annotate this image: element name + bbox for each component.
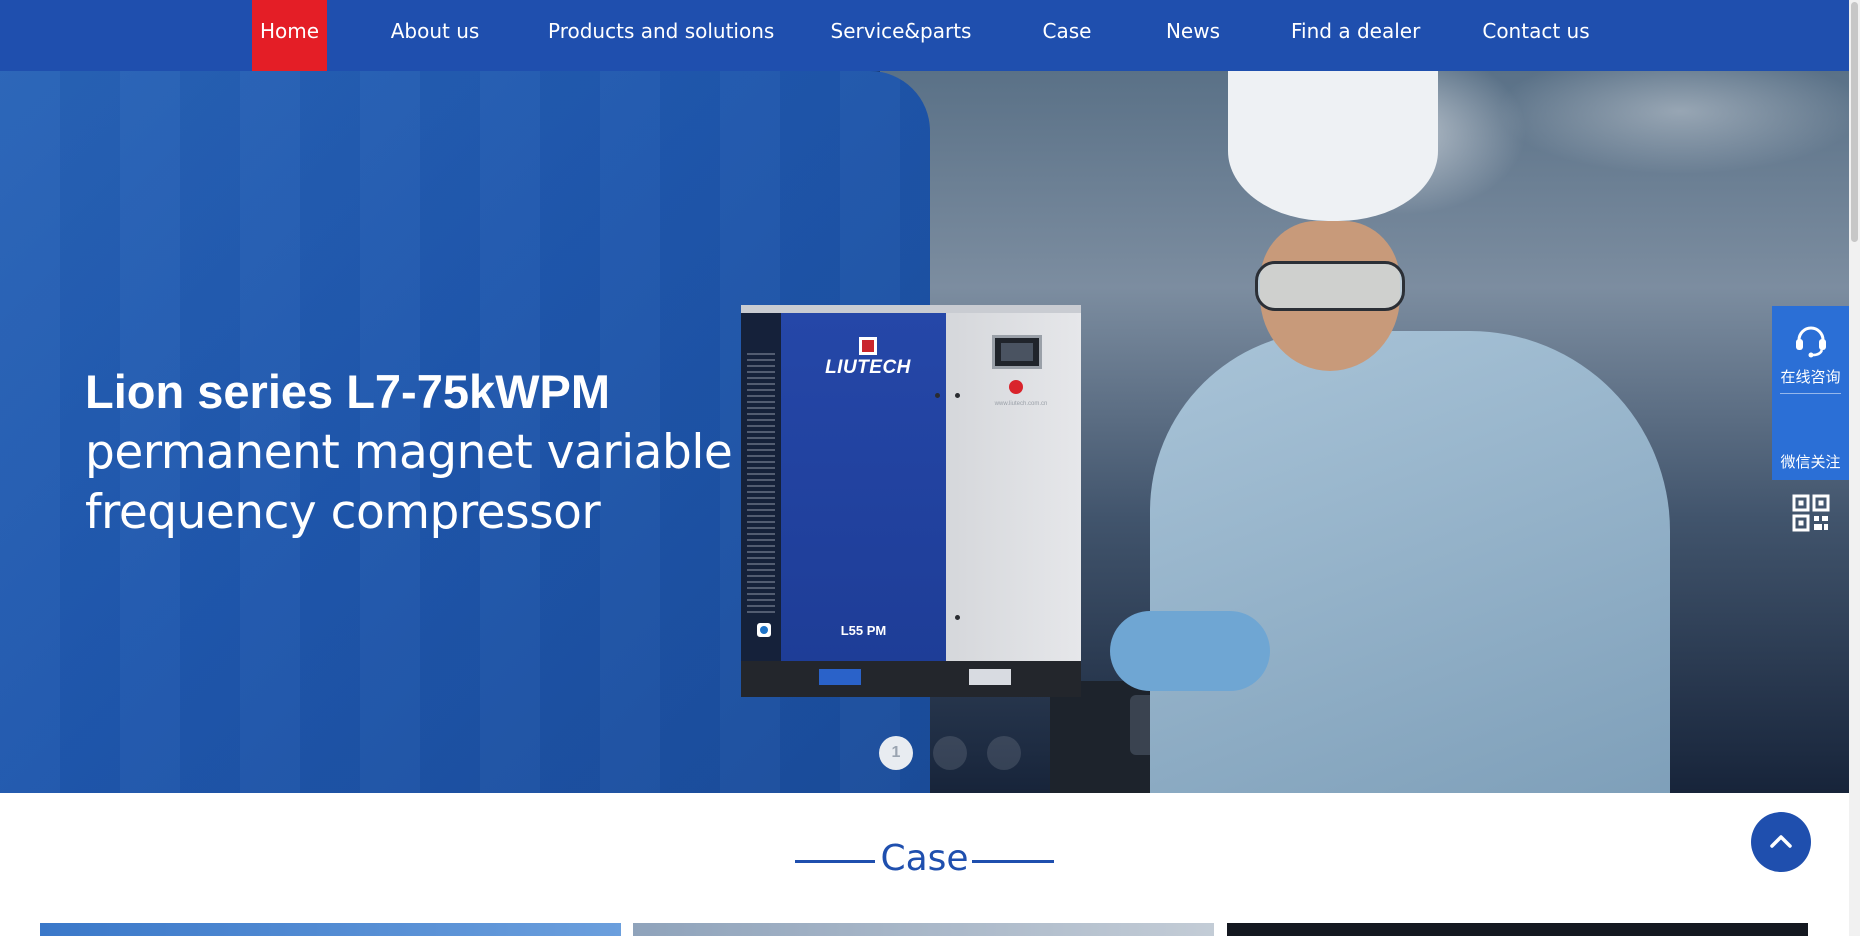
worker-goggles (1255, 261, 1405, 311)
scrollbar-thumb[interactable] (1851, 2, 1858, 242)
headset-icon (1796, 326, 1826, 358)
certification-badge (757, 623, 771, 637)
nav-item-find-a-dealer[interactable]: Find a dealer (1291, 0, 1420, 71)
main-nav: Home About us Products and solutions Ser… (0, 0, 1849, 71)
back-to-top-button[interactable] (1751, 812, 1811, 872)
chevron-up-icon (1770, 835, 1792, 848)
case-section-title: Case (880, 838, 969, 879)
worker-glove (1110, 611, 1270, 691)
qr-code-icon (1792, 494, 1830, 532)
compressor-brand: LIUTECH (825, 357, 911, 378)
slider-dot-2[interactable] (933, 736, 967, 770)
worker-body (1150, 331, 1670, 793)
online-consult-button[interactable]: 在线咨询 (1772, 306, 1849, 393)
slider-dot-1[interactable]: 1 (879, 736, 913, 770)
wechat-follow-button[interactable]: 微信关注 (1772, 393, 1849, 532)
case-card-1[interactable] (40, 923, 621, 936)
nav-item-home[interactable]: Home (252, 0, 327, 71)
nav-item-products-and-solutions[interactable]: Products and solutions (548, 0, 774, 71)
hero-title-bold: Lion series L7-75kWPM (85, 365, 610, 418)
case-card-2[interactable] (633, 923, 1214, 936)
worker-helmet (1228, 71, 1438, 221)
nav-item-case[interactable]: Case (1038, 0, 1096, 71)
liutech-logo-mark (859, 337, 877, 355)
hero-title-line-2: permanent magnet variable (85, 425, 733, 480)
case-card-3[interactable] (1227, 923, 1808, 936)
nav-item-service-parts[interactable]: Service&parts (830, 0, 972, 71)
hero-headline: Lion series L7-75kWPM permanent magnet v… (85, 361, 785, 543)
wechat-follow-label: 微信关注 (1780, 453, 1841, 471)
nav-item-news[interactable]: News (1160, 0, 1226, 71)
emergency-stop-button (1009, 380, 1023, 394)
compressor-product-image: LIUTECH L55 PM www.liutech.com.cn (741, 305, 1081, 697)
nav-item-contact-us[interactable]: Contact us (1482, 0, 1590, 71)
nav-item-about-us[interactable]: About us (380, 0, 490, 71)
compressor-website: www.liutech.com.cn (994, 401, 1048, 407)
slider-dot-3[interactable] (987, 736, 1021, 770)
side-floating-tools: 在线咨询 微信关注 (1772, 306, 1849, 532)
hero-title-line-3: frequency compressor (85, 485, 601, 540)
compressor-model: L55 PM (840, 623, 887, 638)
browser-viewport: Home About us Products and solutions Ser… (0, 0, 1849, 936)
online-consult-label: 在线咨询 (1780, 368, 1841, 386)
control-panel-screen (992, 335, 1042, 369)
hero-banner[interactable]: Lion series L7-75kWPM permanent magnet v… (0, 71, 1849, 793)
page-scrollbar[interactable] (1849, 0, 1860, 936)
